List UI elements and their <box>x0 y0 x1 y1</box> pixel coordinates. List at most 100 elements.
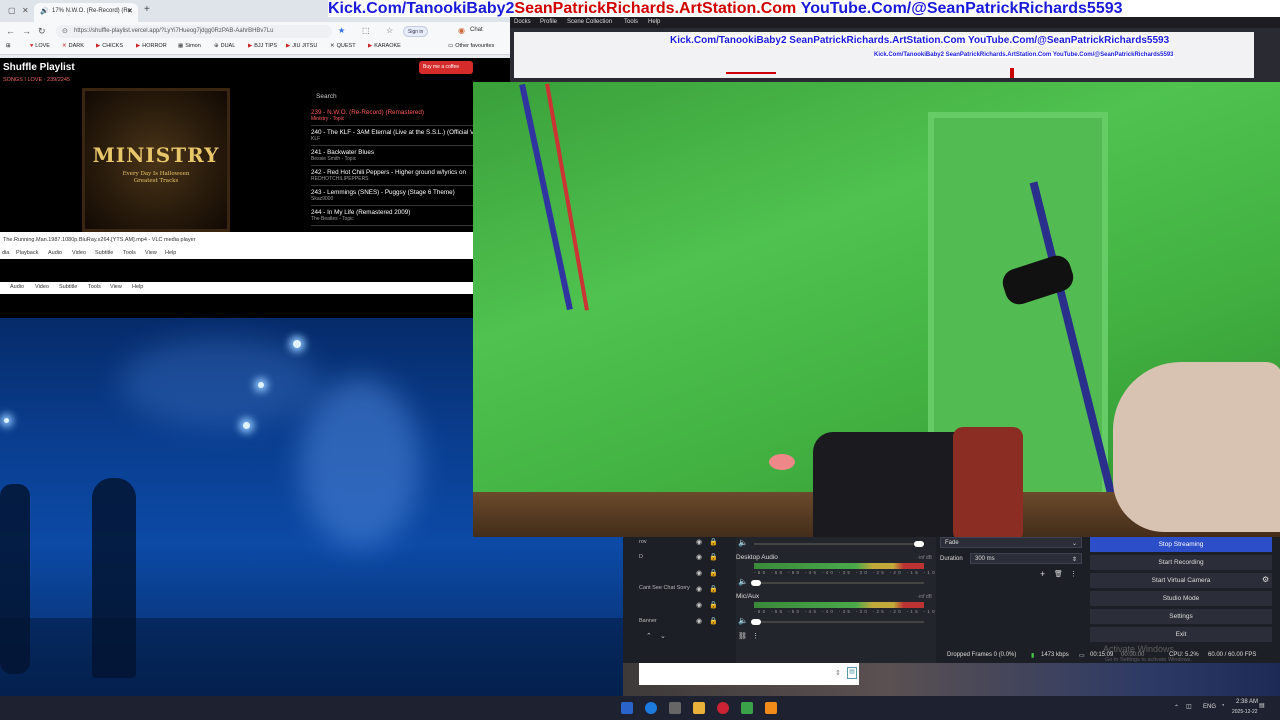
new-tab-icon[interactable]: + <box>144 4 150 15</box>
small-dialog[interactable]: ⇕ ▤ <box>639 663 859 685</box>
slider-knob[interactable] <box>751 580 761 586</box>
menu-view[interactable]: View <box>145 250 157 256</box>
bookmark-item[interactable]: ⊕ DUAL <box>214 43 235 49</box>
bookmark-item[interactable]: ▶ CHICKS <box>96 43 123 49</box>
track-item[interactable]: 243 - Lemmings (SNES) - Puggsy (Stage 6 … <box>311 187 473 206</box>
source-item[interactable]: Cant See Chat Sorry <box>639 585 690 591</box>
menu-scene-collection[interactable]: Scene Collection <box>567 19 612 25</box>
volume-icon[interactable]: 🔈 <box>738 577 748 586</box>
reload-icon[interactable]: ↻ <box>38 26 46 37</box>
menu-help[interactable]: Help <box>132 284 143 290</box>
bookmark-item[interactable]: ▦ Simon <box>178 43 201 49</box>
more-icon[interactable]: ⋮ <box>752 632 759 640</box>
tab-close-icon[interactable]: ✕ <box>22 6 29 15</box>
slider-knob[interactable] <box>751 619 761 625</box>
menu-tools[interactable]: Tools <box>123 250 136 256</box>
obs-icon[interactable] <box>717 702 729 714</box>
bookmark-item[interactable]: ♥ LOVE <box>30 43 50 49</box>
settings-button[interactable]: Settings <box>1090 609 1272 624</box>
tab-menu-icon[interactable]: ▢ <box>8 6 16 15</box>
menu-playback[interactable]: Playback <box>16 250 38 256</box>
back-icon[interactable]: ← <box>6 26 15 36</box>
track-item[interactable]: 244 - In My Life (Remastered 2009) The Be… <box>311 207 473 226</box>
menu-video[interactable]: Video <box>35 284 49 290</box>
app-icon[interactable] <box>741 702 753 714</box>
tab-shuffle-playlist[interactable]: 🔊 17% N.W.O. (Re-Record) (Re ✕ <box>34 3 138 22</box>
add-icon[interactable]: + <box>1040 569 1045 579</box>
eye-icon[interactable]: ◉ <box>696 585 702 593</box>
bookmark-item[interactable]: ✕ DARK <box>62 43 84 49</box>
start-recording-button[interactable]: Start Recording <box>1090 555 1272 570</box>
menu-video[interactable]: Video <box>72 250 86 256</box>
eye-icon[interactable]: ◉ <box>696 617 702 625</box>
forward-icon[interactable]: → <box>22 26 31 36</box>
menu-tools[interactable]: Tools <box>624 19 638 25</box>
lock-icon[interactable]: 🔒 <box>709 617 718 625</box>
exit-button[interactable]: Exit <box>1090 627 1272 642</box>
file-explorer-icon[interactable] <box>693 702 705 714</box>
up-arrow-icon[interactable]: ⌃ <box>646 632 652 640</box>
source-item[interactable]: Banner <box>639 618 657 624</box>
favorites-icon[interactable]: ☆ <box>386 26 393 35</box>
studio-mode-button[interactable]: Studio Mode <box>1090 591 1272 606</box>
more-icon[interactable]: ⋮ <box>1070 570 1077 578</box>
scroll-icon[interactable]: ⇕ <box>835 669 841 677</box>
chat-button[interactable]: Chat <box>470 27 483 33</box>
menu-help[interactable]: Help <box>648 19 660 25</box>
lock-icon[interactable]: 🔒 <box>709 538 718 546</box>
link-icon[interactable]: ⛓ <box>738 632 747 640</box>
language-indicator[interactable]: ENG <box>1203 704 1216 710</box>
close-tab-icon[interactable]: ✕ <box>127 7 133 15</box>
desktop-audio-slider[interactable] <box>754 582 924 584</box>
track-item[interactable]: 242 - Red Hot Chili Peppers - Higher gro… <box>311 167 473 186</box>
wifi-icon[interactable]: ◔ <box>1221 703 1225 709</box>
slider-knob[interactable] <box>914 541 924 547</box>
clock-date[interactable]: 2025-12-22 <box>1232 709 1258 715</box>
buy-coffee-button[interactable]: Buy me a coffee <box>419 61 473 74</box>
bookmark-item[interactable]: ▶ HORROR <box>136 43 167 49</box>
track-item[interactable]: 241 - Backwater Blues Bessie Smith - Topi… <box>311 147 473 166</box>
menu-view[interactable]: View <box>110 284 122 290</box>
eye-icon[interactable]: ◉ <box>696 538 702 546</box>
start-virtual-camera-button[interactable]: Start Virtual Camera <box>1090 573 1272 588</box>
menu-audio[interactable]: Audio <box>10 284 24 290</box>
menu-media[interactable]: dia <box>2 250 9 256</box>
clock-time[interactable]: 2:38 AM <box>1236 699 1258 705</box>
task-view-icon[interactable] <box>669 702 681 714</box>
eye-icon[interactable]: ◉ <box>696 553 702 561</box>
menu-help[interactable]: Help <box>165 250 176 256</box>
down-arrow-icon[interactable]: ⌄ <box>660 632 666 640</box>
notification-icon[interactable]: ▤ <box>1259 702 1265 709</box>
vlc-icon[interactable] <box>765 702 777 714</box>
bookmark-item[interactable]: ▶ KARAOKE <box>368 43 401 49</box>
source-item[interactable]: D <box>639 554 643 560</box>
lock-icon[interactable]: 🔒 <box>709 553 718 561</box>
stepper-icon[interactable]: ⇕ <box>1072 556 1077 563</box>
gear-icon[interactable]: ⚙ <box>1262 575 1269 584</box>
menu-subtitle[interactable]: Subtitle <box>59 284 77 290</box>
network-icon[interactable]: ◫ <box>1186 703 1192 710</box>
extensions-icon[interactable]: ⬚ <box>362 26 370 35</box>
other-favourites[interactable]: ▭ Other favourites <box>448 43 494 49</box>
mic-slider[interactable] <box>754 621 924 623</box>
tray-chevron-icon[interactable]: ⌃ <box>1174 704 1179 711</box>
bookmark-item[interactable]: ▶ BJJ TIPS <box>248 43 277 49</box>
copilot-icon[interactable]: ◉ <box>458 26 465 35</box>
bookmark-item[interactable]: ✕ QUEST <box>330 43 356 49</box>
search-input[interactable]: Search <box>316 93 337 100</box>
eye-icon[interactable]: ◉ <box>696 601 702 609</box>
menu-tools[interactable]: Tools <box>88 284 101 290</box>
star-icon[interactable]: ★ <box>338 26 345 35</box>
track-item[interactable]: 239 - N.W.O. (Re-Record) (Remastered) Min… <box>311 107 473 126</box>
copilot-icon[interactable] <box>645 702 657 714</box>
volume-icon[interactable]: 🔈 <box>738 538 748 547</box>
start-icon[interactable] <box>621 702 633 714</box>
bookmark-item[interactable]: ▶ JIU JITSU <box>286 43 317 49</box>
url-field[interactable]: ⊙ https://shuffle-playlist.vercel.app/?L… <box>56 25 332 38</box>
duration-field[interactable]: 300 ms ⇕ <box>970 553 1082 564</box>
lock-icon[interactable]: 🔒 <box>709 601 718 609</box>
track-item[interactable]: 240 - The KLF - 3AM Eternal (Live at the… <box>311 127 473 146</box>
transition-select[interactable]: Fade ⌄ <box>940 537 1082 548</box>
trash-icon[interactable]: 🗑 <box>1054 570 1063 578</box>
dialog-button[interactable]: ▤ <box>847 667 857 679</box>
